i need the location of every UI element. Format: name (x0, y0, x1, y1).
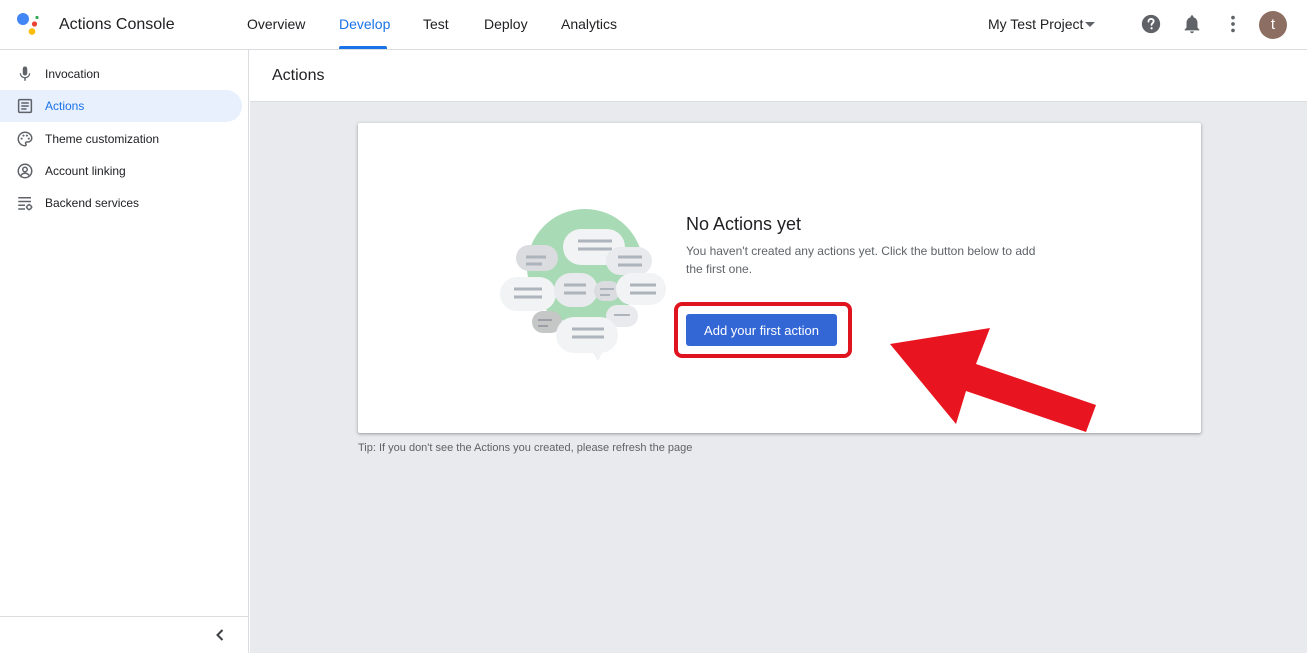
project-selector[interactable]: My Test Project (988, 16, 1083, 32)
sidebar-item-label: Theme customization (45, 132, 160, 146)
sidebar-item-label: Account linking (45, 164, 126, 178)
list-icon (17, 98, 33, 114)
microphone-icon (19, 66, 31, 81)
sidebar-item-theme-customization[interactable]: Theme customization (0, 123, 242, 155)
page-header: Actions (250, 50, 1307, 102)
page-title: Actions (272, 67, 325, 84)
chevron-down-icon[interactable] (1085, 22, 1095, 27)
top-bar: Actions Console Overview Develop Test De… (0, 0, 1307, 50)
app-title[interactable]: Actions Console (59, 16, 175, 34)
sidebar-item-label: Invocation (45, 67, 100, 81)
main-content: Actions No Actions yet You haven't creat… (250, 50, 1307, 653)
tab-develop[interactable]: Develop (339, 16, 390, 32)
add-first-action-button[interactable]: Add your first action (686, 314, 837, 346)
sidebar-item-invocation[interactable]: Invocation (0, 58, 242, 90)
more-vert-icon[interactable] (1222, 13, 1244, 35)
chevron-left-icon[interactable] (212, 627, 228, 643)
sidebar-footer (0, 616, 248, 653)
sidebar-item-actions[interactable]: Actions (0, 90, 242, 122)
refresh-tip: Tip: If you don't see the Actions you cr… (358, 442, 693, 454)
sidebar-item-backend-services[interactable]: Backend services (0, 187, 242, 219)
avatar[interactable]: t (1259, 11, 1287, 39)
chat-bubbles-illustration-icon (500, 209, 666, 361)
tab-overview[interactable]: Overview (247, 16, 305, 32)
tab-analytics[interactable]: Analytics (561, 16, 617, 32)
empty-state-description: You haven't created any actions yet. Cli… (686, 244, 1036, 276)
google-assistant-logo-icon[interactable] (16, 11, 42, 37)
palette-icon (17, 131, 33, 147)
notifications-bell-icon[interactable] (1181, 13, 1203, 35)
tab-test[interactable]: Test (423, 16, 449, 32)
empty-state-title: No Actions yet (686, 214, 802, 234)
active-tab-indicator (339, 46, 387, 49)
sidebar-item-account-linking[interactable]: Account linking (0, 155, 242, 187)
sidebar-item-label: Actions (45, 99, 85, 113)
settings-list-icon (18, 197, 33, 211)
red-arrow-annotation-icon (890, 328, 1096, 432)
tab-deploy[interactable]: Deploy (484, 16, 528, 32)
sidebar: Invocation Actions Theme customization A… (0, 50, 249, 653)
sidebar-item-label: Backend services (45, 196, 140, 210)
account-circle-icon (17, 163, 33, 179)
help-icon[interactable] (1140, 13, 1162, 35)
